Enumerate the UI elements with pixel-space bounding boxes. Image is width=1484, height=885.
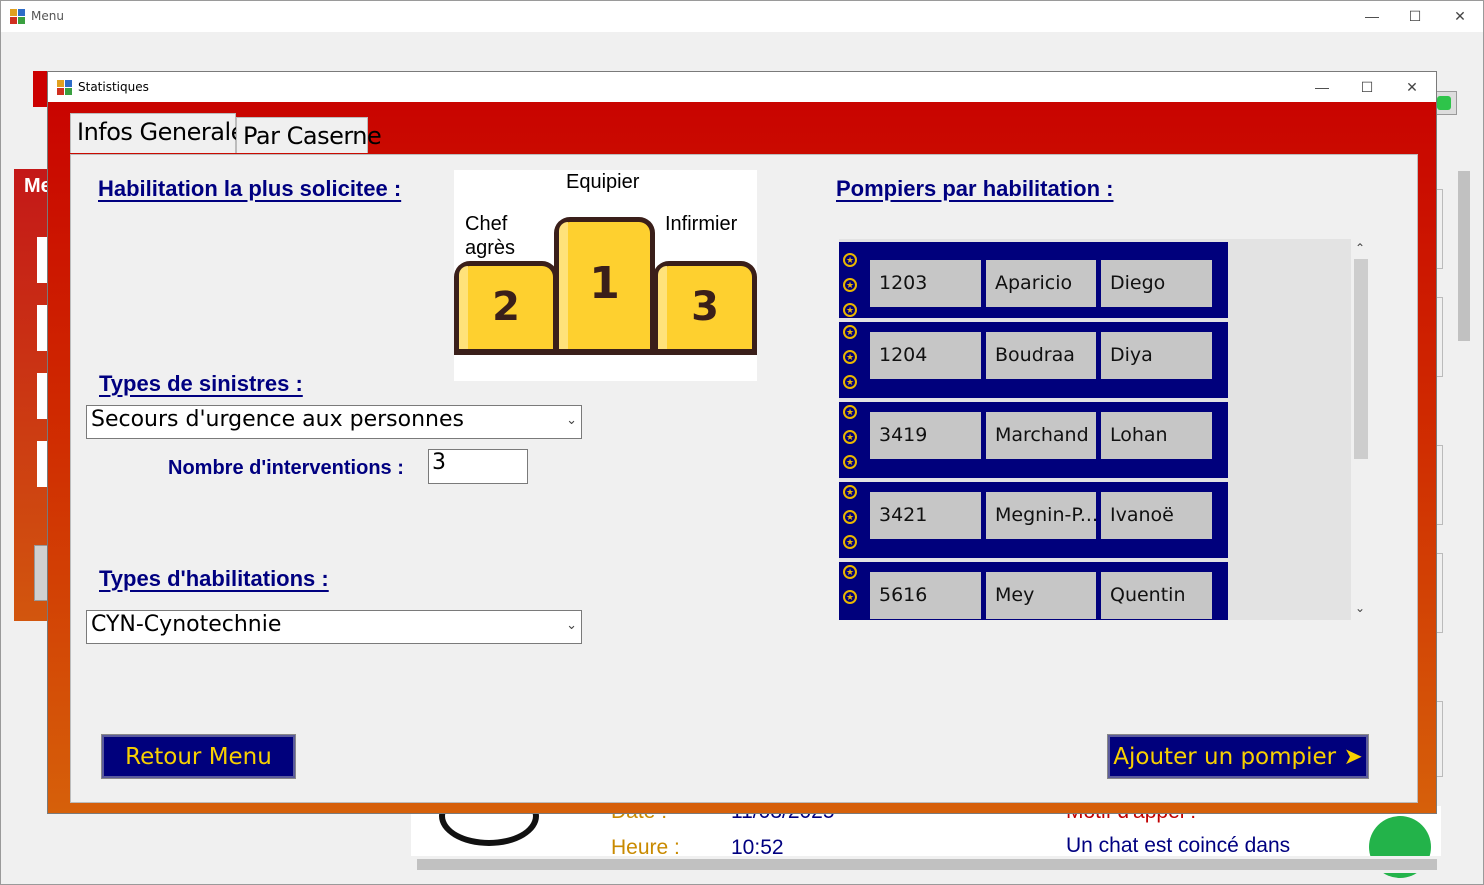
pompier-nom: Mey [986,572,1096,619]
star-icon: ★ [843,278,857,292]
star-icon: ★ [843,325,857,339]
star-icon: ★ [843,303,857,317]
behind-motif-value: Un chat est coincé dans [1066,834,1291,856]
star-icon: ★ [843,590,857,604]
close-icon[interactable]: ✕ [1389,72,1435,102]
maximize-icon[interactable]: ☐ [1344,72,1390,102]
pompier-matricule: 1204 [870,332,981,379]
pompier-row[interactable]: ★ ★ ★ 3419 Marchand Lohan [839,402,1228,478]
interventions-field[interactable]: 3 [428,449,528,484]
tab-infos-generales[interactable]: Infos Generales [70,113,257,153]
star-icon: ★ [843,350,857,364]
pompier-row[interactable]: ★ ★ 5616 Mey Quentin [839,562,1228,620]
habilitation-title: Habilitation la plus solicitee : [98,176,402,201]
star-icon: ★ [843,430,857,444]
menu-vertical-scrollbar[interactable] [1456,151,1473,859]
pompier-matricule: 3419 [870,412,981,459]
interventions-label: Nombre d'interventions : [168,457,404,479]
pompier-nom: Boudraa [986,332,1096,379]
app-icon [57,80,73,96]
pompier-nom: Aparicio [986,260,1096,307]
menu-titlebar: Menu — ☐ ✕ [1,1,1483,32]
pompier-prenom: Quentin [1101,572,1212,619]
tab-par-caserne[interactable]: Par Caserne [236,117,382,153]
pompier-row[interactable]: ★ ★ ★ 1204 Boudraa Diya [839,322,1228,398]
retour-menu-button[interactable]: Retour Menu [101,734,296,779]
pompiers-list[interactable]: ★ ★ ★ 1203 Aparicio Diego ★ ★ ★ 1204 Bou… [839,239,1371,620]
sinistre-select[interactable]: Secours d'urgence aux personnes ⌄ [86,405,582,439]
podium-second-label: Chef agrès [465,213,516,259]
maximize-icon[interactable]: ☐ [1392,1,1438,31]
star-icon: ★ [843,405,857,419]
ajouter-pompier-button[interactable]: Ajouter un pompier ➤ [1107,734,1369,779]
stats-window: Statistiques — ☐ ✕ Infos Generales Par C… [47,71,1437,814]
pompiers-title: Pompiers par habilitation : [836,176,1114,201]
pompier-matricule: 3421 [870,492,981,539]
podium-block-second: 2 [454,261,558,355]
pompier-nom: Marchand [986,412,1096,459]
behind-panel-edge [1437,445,1443,525]
behind-heure-label: Heure : [611,836,680,856]
podium-block-first: 1 [554,217,655,355]
minimize-icon[interactable]: — [1299,72,1345,102]
star-icon: ★ [843,485,857,499]
pompiers-list-scrollbar[interactable]: ⌃ ⌄ [1351,239,1371,620]
pompier-row[interactable]: ★ ★ ★ 1203 Aparicio Diego [839,242,1228,318]
behind-panel-edge [1437,297,1443,377]
chevron-down-icon[interactable]: ⌄ [1355,601,1365,615]
pompier-matricule: 1203 [870,260,981,307]
pompier-prenom: Diego [1101,260,1212,307]
chevron-down-icon: ⌄ [566,618,577,633]
behind-panel-edge [1437,553,1443,633]
behind-heure-value: 10:52 [731,836,784,856]
pompier-prenom: Ivanoë [1101,492,1212,539]
stats-window-title: Statistiques [78,80,149,94]
star-icon: ★ [843,455,857,469]
close-icon[interactable]: ✕ [1437,1,1483,31]
star-icon: ★ [843,535,857,549]
pompier-row[interactable]: ★ ★ ★ 3421 Megnin-P... Ivanoë [839,482,1228,558]
star-icon: ★ [843,565,857,579]
star-icon: ★ [843,253,857,267]
pompier-matricule: 5616 [870,572,981,619]
habilitation-select-value: CYN-Cynotechnie [91,612,282,637]
minimize-icon[interactable]: — [1349,1,1395,31]
stats-titlebar: Statistiques — ☐ ✕ [48,72,1436,102]
pompier-prenom: Diya [1101,332,1212,379]
podium-block-third: 3 [653,261,757,355]
habilitations-title: Types d'habilitations : [99,566,329,591]
pompier-prenom: Lohan [1101,412,1212,459]
podium-image: Equipier Chef agrès Infirmier 1 2 3 [454,170,757,381]
chevron-down-icon: ⌄ [566,413,577,428]
habilitation-select[interactable]: CYN-Cynotechnie ⌄ [86,610,582,644]
menu-window-title: Menu [31,9,64,23]
tab-page-infos-generales: Habilitation la plus solicitee : Equipie… [70,154,1418,803]
sinistre-select-value: Secours d'urgence aux personnes [91,407,464,432]
sinistres-title: Types de sinistres : [99,371,303,396]
app-icon [10,9,26,25]
behind-panel-edge [1437,189,1443,269]
behind-panel-edge [1437,701,1443,777]
star-icon: ★ [843,510,857,524]
podium-third-label: Infirmier [665,213,738,235]
menu-horizontal-scrollbar[interactable] [401,856,1456,873]
podium-first-label: Equipier [566,171,640,193]
chevron-up-icon[interactable]: ⌃ [1355,241,1365,255]
star-icon: ★ [843,375,857,389]
pompier-nom: Megnin-P... [986,492,1096,539]
